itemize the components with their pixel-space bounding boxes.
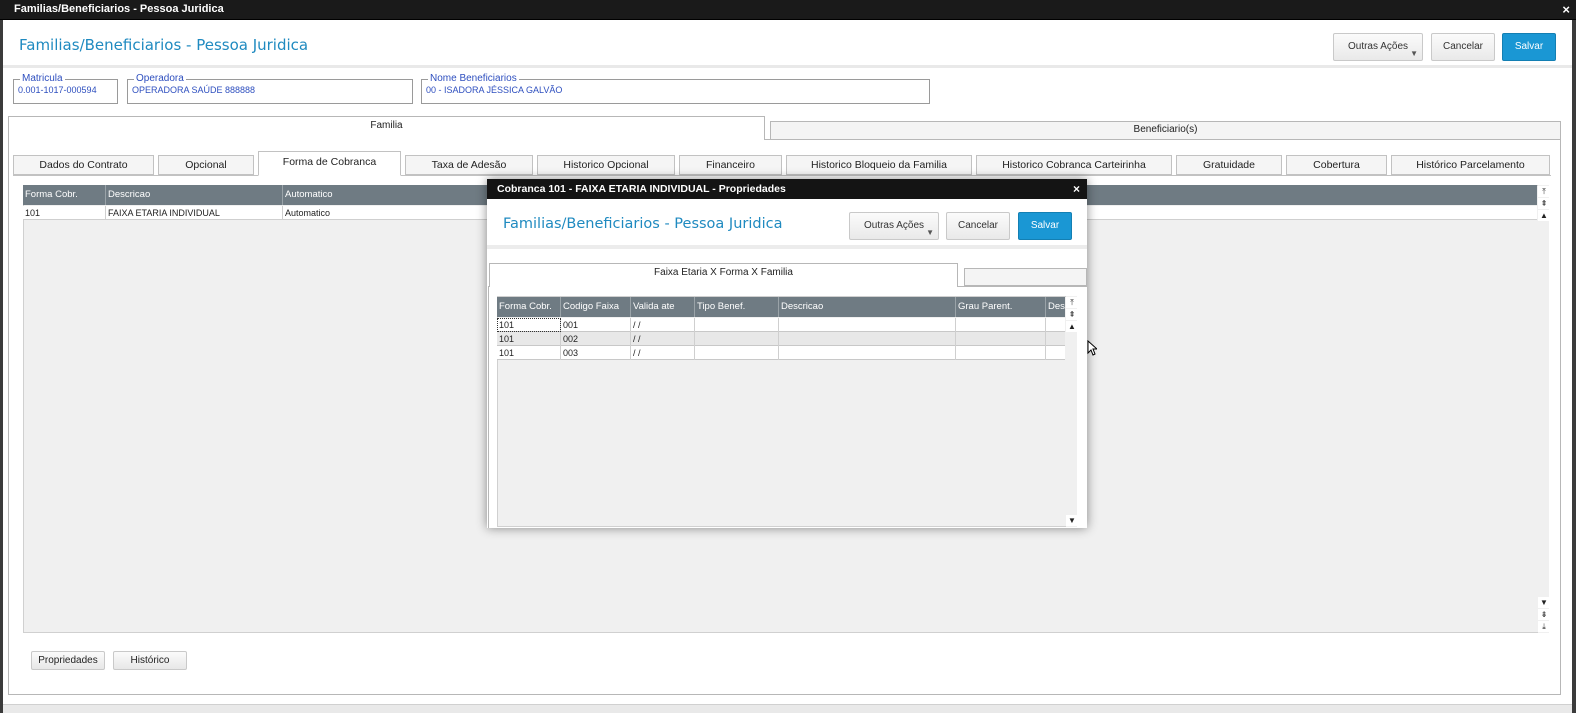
- page-title: Familias/Beneficiarios - Pessoa Juridica: [19, 36, 309, 54]
- tab-financeiro[interactable]: Financeiro: [679, 155, 782, 175]
- cell-des: [1046, 318, 1065, 332]
- dialog-page-title: Familias/Beneficiarios - Pessoa Juridica: [503, 216, 783, 232]
- window-frame-right: [1572, 20, 1576, 713]
- cell-valida-ate: / /: [631, 332, 695, 346]
- page-header: Familias/Beneficiarios - Pessoa Juridica…: [3, 20, 1572, 68]
- col-grau-parent[interactable]: Grau Parent.: [956, 297, 1046, 317]
- cell-forma-cobr: 101: [497, 318, 561, 332]
- window-titlebar: Familias/Beneficiarios - Pessoa Juridica…: [0, 0, 1576, 20]
- cell-descricao: [779, 346, 956, 360]
- operadora-value: OPERADORA SAÚDE 888888: [132, 85, 256, 95]
- cell-tipo-benef: [695, 332, 779, 346]
- col-forma-cobr[interactable]: Forma Cobr.: [23, 185, 106, 205]
- scroll-page-up-icon[interactable]: ⇞: [1538, 198, 1550, 209]
- dialog-save-button[interactable]: Salvar: [1018, 212, 1072, 240]
- dialog-other-actions-button[interactable]: Outras Ações ▼: [849, 212, 939, 240]
- operadora-field[interactable]: Operadora OPERADORA SAÚDE 888888: [127, 73, 413, 104]
- col-descricao[interactable]: Descricao: [779, 297, 956, 317]
- scroll-down-icon[interactable]: ▼: [1066, 515, 1078, 526]
- cell-forma-cobr: 101: [497, 332, 561, 346]
- cell-valida-ate: / /: [631, 318, 695, 332]
- propriedades-dialog: Cobranca 101 - FAIXA ETARIA INDIVIDUAL -…: [487, 179, 1087, 528]
- scroll-page-down-icon[interactable]: ⇟: [1538, 609, 1550, 620]
- col-codigo-faixa[interactable]: Codigo Faixa: [561, 297, 631, 317]
- operadora-label: Operadora: [134, 73, 186, 84]
- cell-codigo-faixa: 003: [561, 346, 631, 360]
- cell-forma-cobr: 101: [23, 206, 106, 220]
- matricula-label: Matricula: [20, 73, 65, 84]
- cell-descricao: FAIXA ETARIA INDIVIDUAL: [106, 206, 283, 220]
- tab-cobertura[interactable]: Cobertura: [1286, 155, 1387, 175]
- cell-grau-parent: [956, 332, 1046, 346]
- other-actions-button[interactable]: Outras Ações ▼: [1333, 33, 1423, 61]
- tab-historico-cobranca-carteirinha[interactable]: Historico Cobranca Carteirinha: [976, 155, 1172, 175]
- tab-historico-opcional[interactable]: Historico Opcional: [537, 155, 675, 175]
- table-row[interactable]: 101 002 / /: [497, 332, 1065, 346]
- col-valida-ate[interactable]: Valida ate: [631, 297, 695, 317]
- col-des[interactable]: Des: [1046, 297, 1065, 317]
- window-title: Familias/Beneficiarios - Pessoa Juridica: [14, 3, 224, 15]
- status-bar: [3, 704, 1572, 713]
- table-row[interactable]: 101 001 / /: [497, 318, 1065, 332]
- col-descricao[interactable]: Descricao: [106, 185, 283, 205]
- cell-descricao: [779, 332, 956, 346]
- historico-button[interactable]: Histórico: [113, 651, 187, 670]
- tab-gratuidade[interactable]: Gratuidade: [1176, 155, 1282, 175]
- dialog-titlebar: Cobranca 101 - FAIXA ETARIA INDIVIDUAL -…: [487, 179, 1087, 199]
- scroll-up-icon[interactable]: ▲: [1538, 210, 1550, 221]
- cell-forma-cobr: 101: [497, 346, 561, 360]
- matricula-field[interactable]: Matricula 0.001-1017-000594: [13, 73, 118, 104]
- cancel-button[interactable]: Cancelar: [1431, 33, 1495, 61]
- col-tipo-benef[interactable]: Tipo Benef.: [695, 297, 779, 317]
- cell-grau-parent: [956, 318, 1046, 332]
- window-frame-left: [0, 20, 3, 713]
- nome-beneficiarios-label: Nome Beneficiarios: [428, 73, 519, 84]
- cell-valida-ate: / /: [631, 346, 695, 360]
- dialog-tab-secondary[interactable]: [964, 268, 1087, 286]
- table-row[interactable]: 101 003 / /: [497, 346, 1065, 360]
- cell-descricao: [779, 318, 956, 332]
- scroll-page-up-icon[interactable]: ⇞: [1066, 309, 1078, 320]
- dialog-title: Cobranca 101 - FAIXA ETARIA INDIVIDUAL -…: [497, 183, 786, 195]
- propriedades-button[interactable]: Propriedades: [31, 651, 105, 670]
- cell-tipo-benef: [695, 346, 779, 360]
- chevron-down-icon: ▼: [926, 228, 934, 237]
- other-actions-label: Outras Ações: [1347, 41, 1409, 52]
- dialog-other-actions-label: Outras Ações: [863, 220, 925, 231]
- tab-taxa-de-adesao[interactable]: Taxa de Adesão: [405, 155, 533, 175]
- tab-familia[interactable]: Familia: [8, 116, 765, 140]
- tab-opcional[interactable]: Opcional: [158, 155, 254, 175]
- col-forma-cobr[interactable]: Forma Cobr.: [497, 297, 561, 317]
- scroll-up-icon[interactable]: ▲: [1066, 321, 1078, 332]
- dialog-cancel-button[interactable]: Cancelar: [946, 212, 1010, 240]
- dialog-close-icon[interactable]: ×: [1073, 179, 1080, 199]
- dialog-grid-header: Forma Cobr. Codigo Faixa Valida ate Tipo…: [497, 297, 1065, 317]
- tab-historico-bloqueio-familia[interactable]: Historico Bloqueio da Familia: [786, 155, 972, 175]
- tab-forma-de-cobranca[interactable]: Forma de Cobranca: [258, 151, 401, 176]
- tab-faixa-etaria-forma-familia[interactable]: Faixa Etaria X Forma X Familia: [489, 263, 958, 287]
- scroll-first-icon[interactable]: ⤒: [1066, 297, 1078, 308]
- chevron-down-icon: ▼: [1410, 49, 1418, 58]
- cell-des: [1046, 346, 1065, 360]
- cell-codigo-faixa: 001: [561, 318, 631, 332]
- nome-beneficiarios-value: 00 - ISADORA JÉSSICA GALVÃO: [426, 85, 563, 95]
- tab-dados-do-contrato[interactable]: Dados do Contrato: [13, 155, 154, 175]
- matricula-value: 0.001-1017-000594: [18, 85, 97, 95]
- tab-beneficiarios[interactable]: Beneficiario(s): [770, 121, 1561, 140]
- mouse-cursor-icon: [1087, 340, 1097, 356]
- nome-beneficiarios-field[interactable]: Nome Beneficiarios 00 - ISADORA JÉSSICA …: [421, 73, 930, 104]
- scroll-first-icon[interactable]: ⤒: [1538, 186, 1550, 197]
- cell-codigo-faixa: 002: [561, 332, 631, 346]
- window-close-icon[interactable]: ×: [1562, 0, 1570, 19]
- scroll-down-icon[interactable]: ▼: [1538, 597, 1550, 608]
- cell-grau-parent: [956, 346, 1046, 360]
- save-button[interactable]: Salvar: [1502, 33, 1556, 61]
- cell-tipo-benef: [695, 318, 779, 332]
- scroll-last-icon[interactable]: ⤓: [1538, 621, 1550, 632]
- tab-historico-parcelamento[interactable]: Histórico Parcelamento: [1391, 155, 1550, 175]
- dialog-header: Familias/Beneficiarios - Pessoa Juridica…: [487, 199, 1087, 249]
- cell-des: [1046, 332, 1065, 346]
- grid-scrollbar[interactable]: [1538, 185, 1549, 633]
